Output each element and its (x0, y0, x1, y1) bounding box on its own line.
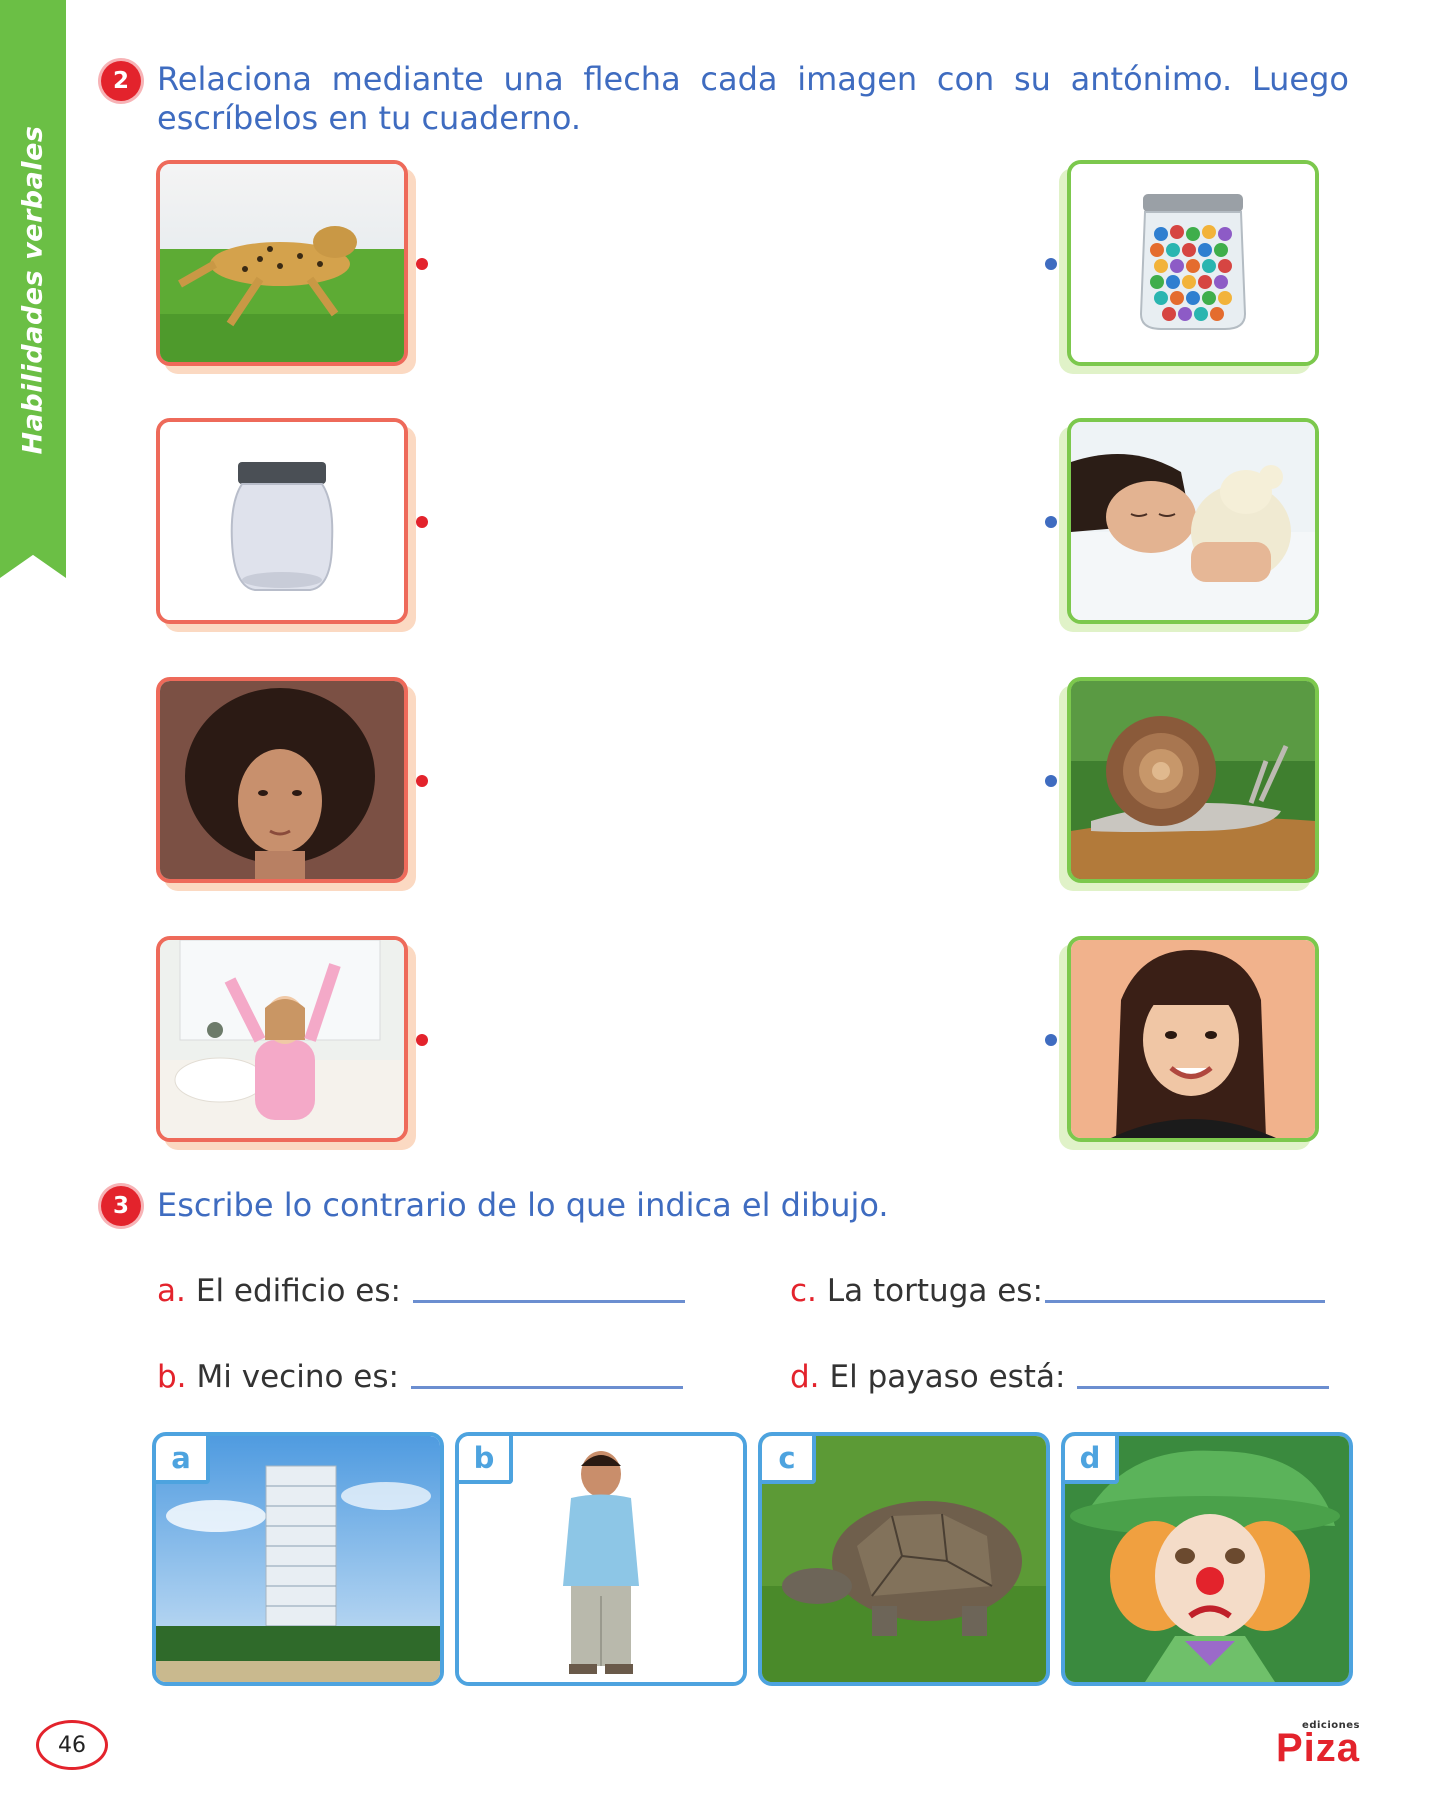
item-letter: b. (157, 1359, 187, 1395)
match-dot-left-3[interactable] (416, 775, 428, 787)
item-text: El payaso está: (829, 1359, 1066, 1395)
exercise-number-badge: 3 (101, 1186, 141, 1226)
snail-image (1071, 681, 1315, 879)
match-dot-right-4[interactable] (1045, 1034, 1057, 1046)
item-text: La tortuga es: (826, 1273, 1043, 1309)
waking-girl-image (160, 940, 404, 1138)
section-label: Habilidades verbales (17, 125, 49, 455)
answer-line[interactable] (1077, 1385, 1330, 1389)
card-straight-hair-girl (1067, 936, 1319, 1142)
sleeping-girl-image (1071, 422, 1315, 620)
exercise-2-instruction: Relaciona mediante una flecha cada image… (157, 60, 1349, 137)
empty-jar-image (160, 422, 404, 620)
marbles-jar-image (1071, 164, 1315, 362)
exercise-3-instruction: Escribe lo contrario de lo que indica el… (157, 1186, 889, 1224)
photo-tag: c (762, 1436, 816, 1484)
photo-tag: d (1065, 1436, 1119, 1484)
fill-item-a: a. El edificio es: (157, 1273, 685, 1309)
fill-item-b: b. Mi vecino es: (157, 1359, 683, 1395)
item-letter: c. (790, 1273, 817, 1309)
straight-hair-girl-image (1071, 940, 1315, 1138)
match-dot-left-2[interactable] (416, 516, 428, 528)
item-letter: d. (790, 1359, 820, 1395)
cheetah-image (160, 164, 404, 362)
photo-b: b (455, 1432, 747, 1686)
match-dot-left-1[interactable] (416, 258, 428, 270)
fill-item-d: d. El payaso está: (790, 1359, 1330, 1395)
card-sleeping-girl (1067, 418, 1319, 624)
card-curly-girl (156, 677, 408, 883)
card-marbles-jar (1067, 160, 1319, 366)
curly-girl-image (160, 681, 404, 879)
answer-line[interactable] (412, 1299, 685, 1303)
match-dot-left-4[interactable] (416, 1034, 428, 1046)
answer-line[interactable] (1044, 1299, 1325, 1303)
photo-tag: b (459, 1436, 513, 1484)
match-dot-right-1[interactable] (1045, 258, 1057, 270)
publisher-logo: ediciones Piza (1250, 1720, 1360, 1770)
photo-tag: a (156, 1436, 210, 1484)
page-number: 46 (36, 1720, 108, 1770)
card-cheetah (156, 160, 408, 366)
card-waking-girl (156, 936, 408, 1142)
section-side-tab: Habilidades verbales (0, 0, 66, 578)
match-dot-right-2[interactable] (1045, 516, 1057, 528)
photo-c: c (758, 1432, 1050, 1686)
fill-item-c: c. La tortuga es: (790, 1273, 1325, 1309)
photo-a: a (152, 1432, 444, 1686)
item-text: El edificio es: (195, 1273, 401, 1309)
item-letter: a. (157, 1273, 186, 1309)
photo-d: d (1061, 1432, 1353, 1686)
item-text: Mi vecino es: (196, 1359, 399, 1395)
card-empty-jar (156, 418, 408, 624)
publisher-logo-name: Piza (1275, 1726, 1360, 1770)
card-snail (1067, 677, 1319, 883)
exercise-number-badge: 2 (101, 61, 141, 101)
answer-line[interactable] (410, 1385, 683, 1389)
match-dot-right-3[interactable] (1045, 775, 1057, 787)
